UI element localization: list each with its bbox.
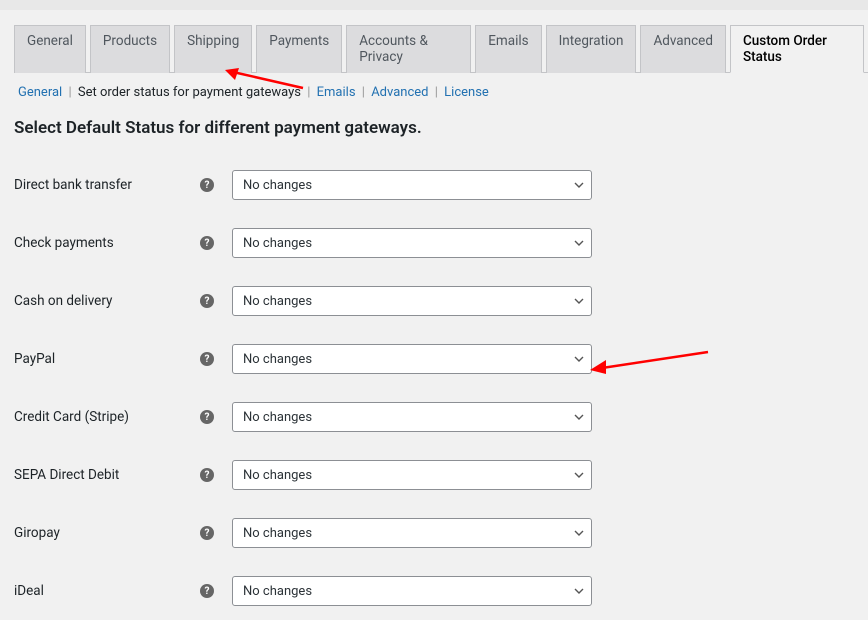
sublink-current: Set order status for payment gateways — [78, 85, 301, 100]
top-bar — [0, 0, 868, 10]
tab-shipping[interactable]: Shipping — [174, 25, 252, 73]
sublink-general[interactable]: General — [18, 85, 62, 100]
settings-wrap: General Products Shipping Payments Accou… — [0, 0, 868, 620]
sub-links: General | Set order status for payment g… — [18, 85, 868, 100]
tab-products[interactable]: Products — [90, 25, 170, 73]
row-direct-bank-transfer: Direct bank transfer ? No changes — [14, 156, 868, 214]
row-paypal: PayPal ? No changes — [14, 330, 868, 388]
select-value: No changes — [232, 460, 592, 490]
label-direct-bank-transfer: Direct bank transfer — [14, 177, 200, 193]
help-icon[interactable]: ? — [200, 178, 214, 192]
tab-advanced[interactable]: Advanced — [640, 25, 726, 73]
tab-custom-order-status[interactable]: Custom Order Status — [730, 25, 864, 73]
page-heading: Select Default Status for different paym… — [14, 118, 868, 138]
select-giropay[interactable]: No changes — [232, 518, 592, 548]
sublink-license[interactable]: License — [444, 85, 489, 100]
tab-general[interactable]: General — [14, 25, 86, 73]
help-icon[interactable]: ? — [200, 410, 214, 424]
select-check-payments[interactable]: No changes — [232, 228, 592, 258]
label-sepa-direct-debit: SEPA Direct Debit — [14, 467, 200, 483]
tab-integration[interactable]: Integration — [546, 25, 637, 73]
select-value: No changes — [232, 286, 592, 316]
label-credit-card-stripe: Credit Card (Stripe) — [14, 409, 200, 425]
help-icon[interactable]: ? — [200, 294, 214, 308]
select-value: No changes — [232, 344, 592, 374]
label-paypal: PayPal — [14, 351, 200, 367]
select-value: No changes — [232, 518, 592, 548]
sublink-emails[interactable]: Emails — [317, 85, 356, 100]
label-check-payments: Check payments — [14, 235, 200, 251]
row-ideal: iDeal ? No changes — [14, 562, 868, 620]
label-giropay: Giropay — [14, 525, 200, 541]
label-cash-on-delivery: Cash on delivery — [14, 293, 200, 309]
select-value: No changes — [232, 228, 592, 258]
help-icon[interactable]: ? — [200, 236, 214, 250]
select-credit-card-stripe[interactable]: No changes — [232, 402, 592, 432]
select-cash-on-delivery[interactable]: No changes — [232, 286, 592, 316]
select-sepa-direct-debit[interactable]: No changes — [232, 460, 592, 490]
help-icon[interactable]: ? — [200, 584, 214, 598]
row-sepa-direct-debit: SEPA Direct Debit ? No changes — [14, 446, 868, 504]
tab-accounts-privacy[interactable]: Accounts & Privacy — [346, 25, 471, 73]
select-ideal[interactable]: No changes — [232, 576, 592, 606]
select-value: No changes — [232, 170, 592, 200]
row-check-payments: Check payments ? No changes — [14, 214, 868, 272]
sublink-separator: | — [435, 85, 438, 100]
sublink-advanced[interactable]: Advanced — [371, 85, 428, 100]
select-value: No changes — [232, 576, 592, 606]
select-paypal[interactable]: No changes — [232, 344, 592, 374]
tab-payments[interactable]: Payments — [256, 25, 342, 73]
tab-emails[interactable]: Emails — [475, 25, 541, 73]
row-credit-card-stripe: Credit Card (Stripe) ? No changes — [14, 388, 868, 446]
help-icon[interactable]: ? — [200, 352, 214, 366]
nav-tabs: General Products Shipping Payments Accou… — [14, 20, 868, 73]
sublink-separator: | — [68, 85, 71, 100]
gateway-settings-table: Direct bank transfer ? No changes Check … — [14, 156, 868, 620]
help-icon[interactable]: ? — [200, 526, 214, 540]
sublink-separator: | — [362, 85, 365, 100]
row-giropay: Giropay ? No changes — [14, 504, 868, 562]
sublink-separator: | — [307, 85, 310, 100]
select-value: No changes — [232, 402, 592, 432]
help-icon[interactable]: ? — [200, 468, 214, 482]
row-cash-on-delivery: Cash on delivery ? No changes — [14, 272, 868, 330]
select-direct-bank-transfer[interactable]: No changes — [232, 170, 592, 200]
label-ideal: iDeal — [14, 583, 200, 599]
